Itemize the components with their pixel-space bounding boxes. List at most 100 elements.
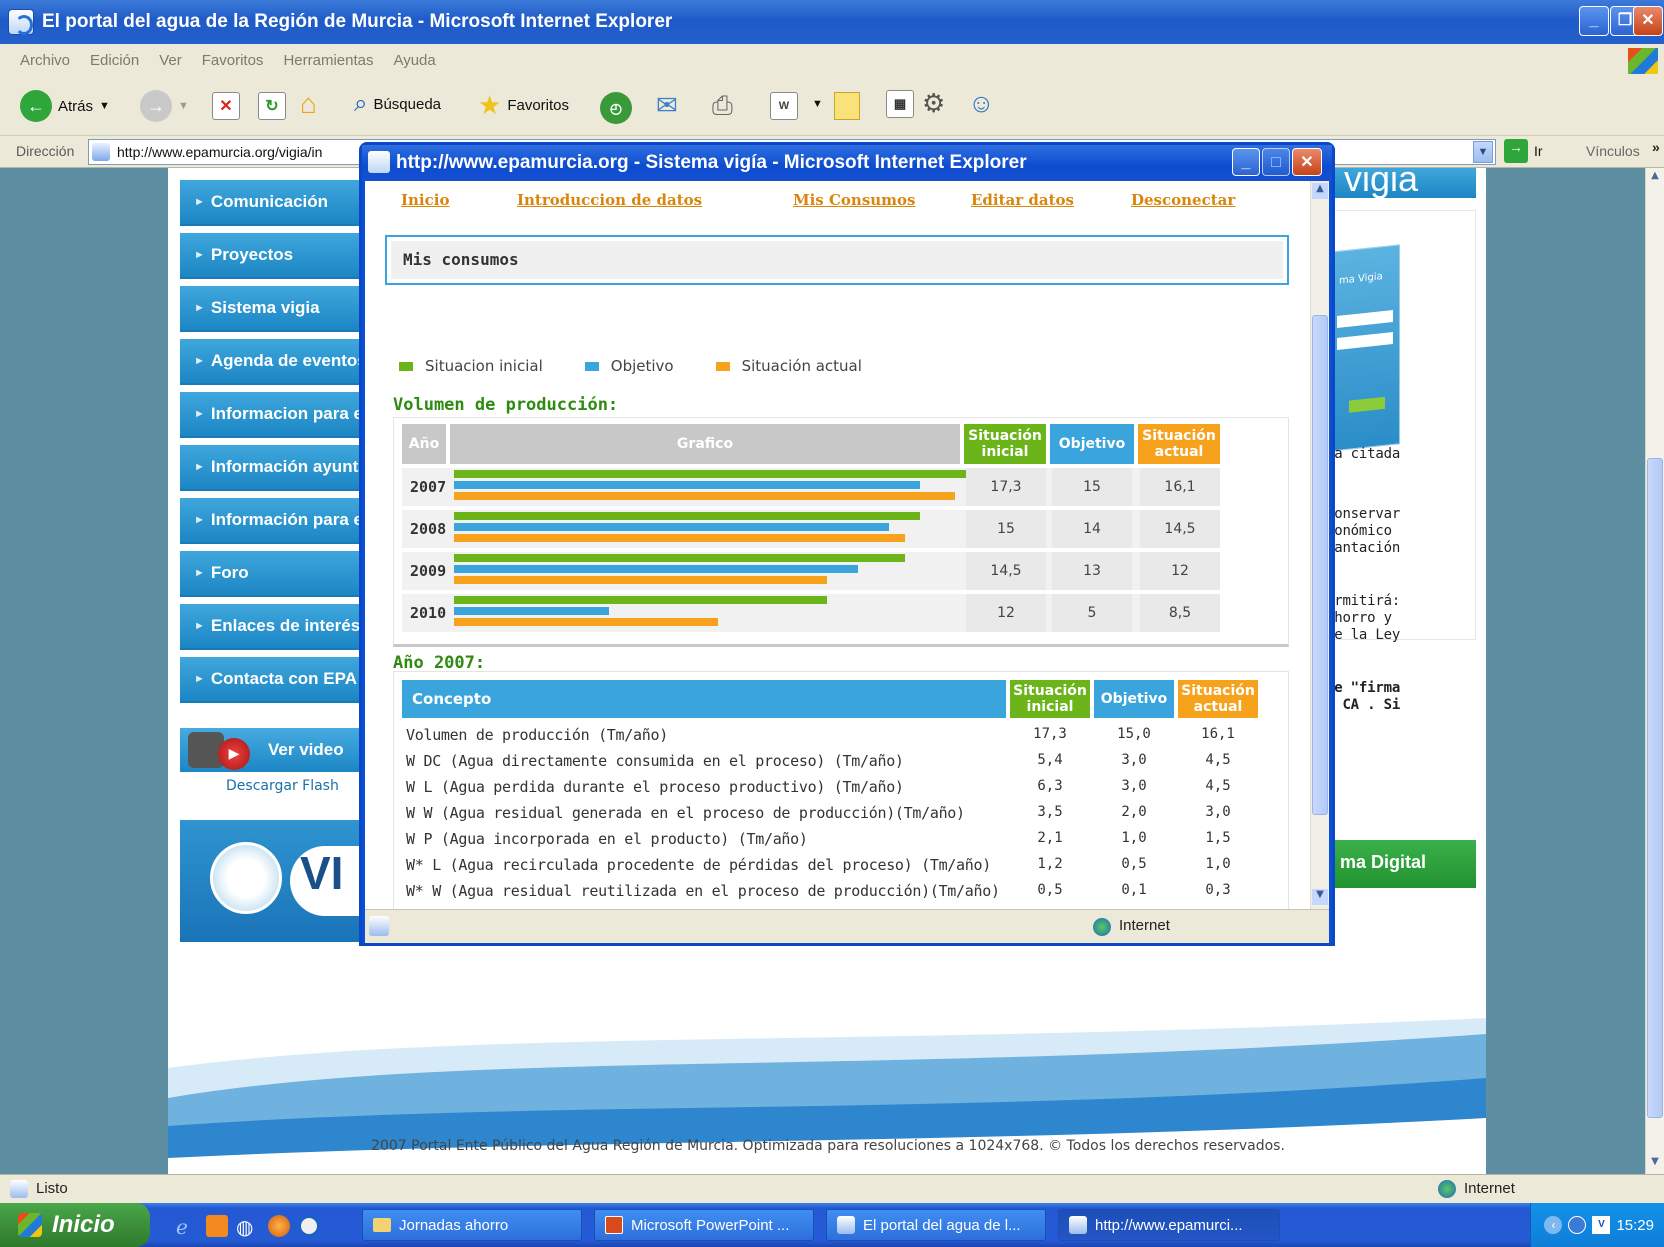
chevron-down-icon: ▼ xyxy=(99,100,110,112)
video-button[interactable]: ▶ Ver video xyxy=(180,728,360,772)
popup-close-button[interactable]: ✕ xyxy=(1292,148,1322,176)
note-icon[interactable] xyxy=(834,92,860,120)
concept-value-target: 0,5 xyxy=(1121,856,1147,872)
menu-herramientas[interactable]: Herramientas xyxy=(283,52,373,69)
print-icon[interactable]: ⎙ xyxy=(712,90,733,122)
nav-sistema-vigia[interactable]: ► Sistema vigia xyxy=(180,286,360,332)
bar-target xyxy=(454,607,609,615)
scroll-thumb[interactable] xyxy=(1647,458,1663,1118)
task-jornadas[interactable]: Jornadas ahorro xyxy=(362,1209,582,1241)
calculator-icon[interactable]: ▦ xyxy=(886,90,914,118)
address-dropdown-icon[interactable]: ▼ xyxy=(1473,141,1493,163)
value-target: 5 xyxy=(1052,594,1132,632)
concept-table: Concepto Situación inicial Objetivo Situa… xyxy=(393,671,1289,909)
nav-desconectar-link[interactable]: Desconectar xyxy=(1131,191,1235,209)
popup-window: http://www.epamurcia.org - Sistema vigía… xyxy=(359,142,1335,946)
nav-informacion-ayuntamientos[interactable]: ► Información ayunta xyxy=(180,445,360,491)
history-icon[interactable]: ◴ xyxy=(600,92,632,124)
task-epamurcia[interactable]: http://www.epamurci... xyxy=(1058,1209,1280,1241)
download-flash-link[interactable]: Descargar Flash xyxy=(226,778,339,794)
home-icon[interactable]: ⌂ xyxy=(300,88,317,120)
header-target: Objetivo xyxy=(1050,424,1134,464)
concept-value-initial: 5,4 xyxy=(1037,752,1063,768)
task-powerpoint[interactable]: Microsoft PowerPoint ... xyxy=(594,1209,814,1241)
nav-mis-consumos-link[interactable]: Mis Consumos xyxy=(793,191,916,209)
more-icon[interactable]: » xyxy=(1652,139,1660,155)
firma-digital-banner[interactable]: ma Digital xyxy=(1326,840,1476,888)
toolbar: ← Atrás ▼ → ▼ ✕ ↻ ⌂ ⌕ Búsqueda ★ Favorito… xyxy=(0,76,1664,136)
search-button[interactable]: ⌕ Búsqueda xyxy=(354,90,441,118)
quicklaunch-firefox-icon[interactable] xyxy=(268,1215,290,1237)
menu-ver[interactable]: Ver xyxy=(159,52,182,69)
messenger-icon[interactable]: ☺ xyxy=(968,88,995,119)
mockup-field xyxy=(1337,332,1393,350)
scroll-up-icon[interactable]: ▲ xyxy=(1312,183,1328,199)
go-button[interactable]: → Ir xyxy=(1504,139,1543,163)
nav-contacta[interactable]: ► Contacta con EPA xyxy=(180,657,360,703)
forward-arrow-icon: → xyxy=(140,90,172,122)
favorites-button[interactable]: ★ Favoritos xyxy=(478,90,569,121)
nav-enlaces[interactable]: ► Enlaces de interés xyxy=(180,604,360,650)
year-label: 2008 xyxy=(410,520,447,538)
task-portal-agua[interactable]: El portal del agua de l... xyxy=(826,1209,1046,1241)
minimize-button[interactable]: _ xyxy=(1579,6,1609,36)
concept-value-initial: 6,3 xyxy=(1037,778,1063,794)
tray-app-icon[interactable]: V xyxy=(1592,1216,1611,1234)
nav-agenda[interactable]: ► Agenda de eventos xyxy=(180,339,360,385)
vigia-logo-banner[interactable]: VI xyxy=(180,820,370,942)
nav-comunicacion[interactable]: ► Comunicación xyxy=(180,180,360,226)
popup-scrollbar[interactable]: ▲ ▼ xyxy=(1310,181,1329,909)
clock: 15:29 xyxy=(1616,1216,1654,1234)
bar-target xyxy=(454,523,889,531)
nav-proyectos[interactable]: ► Proyectos xyxy=(180,233,360,279)
nav-informacion-2[interactable]: ► Información para e xyxy=(180,498,360,544)
page-icon xyxy=(369,916,389,936)
scroll-down-icon[interactable]: ▼ xyxy=(1312,889,1328,905)
nav-introduccion-link[interactable]: Introduccion de datos xyxy=(517,191,702,209)
quicklaunch-player-icon[interactable] xyxy=(298,1215,320,1237)
refresh-icon[interactable]: ↻ xyxy=(258,92,286,120)
menu-edicion[interactable]: Edición xyxy=(90,52,139,69)
mail-icon[interactable]: ✉ xyxy=(656,90,678,121)
nav-foro[interactable]: ► Foro xyxy=(180,551,360,597)
star-icon: ★ xyxy=(478,90,502,120)
bullet-icon: ► xyxy=(194,567,205,579)
edit-icon[interactable]: W xyxy=(770,92,798,120)
popup-title: http://www.epamurcia.org - Sistema vigía… xyxy=(396,152,1027,173)
tools-icon[interactable]: ⚙ xyxy=(922,88,945,119)
back-button[interactable]: ← Atrás ▼ xyxy=(20,90,110,122)
start-button[interactable]: Inicio xyxy=(0,1203,150,1247)
scroll-down-icon[interactable]: ▼ xyxy=(1647,1156,1663,1172)
popup-scroll-thumb[interactable] xyxy=(1312,315,1328,815)
value-initial: 15 xyxy=(966,510,1046,548)
popup-minimize-button[interactable]: _ xyxy=(1232,148,1260,176)
nav-inicio-link[interactable]: Inicio xyxy=(401,191,449,209)
stop-icon[interactable]: ✕ xyxy=(212,92,240,120)
menu-archivo[interactable]: Archivo xyxy=(20,52,70,69)
concept-value-target: 15,0 xyxy=(1117,726,1151,742)
tray-network-icon[interactable] xyxy=(1568,1216,1587,1234)
close-button[interactable]: ✕ xyxy=(1633,6,1663,36)
nav-informacion-1[interactable]: ► Informacion para e xyxy=(180,392,360,438)
menu-favoritos[interactable]: Favoritos xyxy=(202,52,264,69)
page-scrollbar[interactable]: ▲ ▼ xyxy=(1645,168,1664,1174)
header-concept: Concepto xyxy=(402,680,1006,718)
menu-ayuda[interactable]: Ayuda xyxy=(393,52,435,69)
quicklaunch-outlook-icon[interactable] xyxy=(206,1215,228,1237)
page-icon xyxy=(92,143,110,161)
chevron-down-icon[interactable]: ▼ xyxy=(812,98,823,110)
links-label[interactable]: Vínculos xyxy=(1586,143,1640,159)
bullet-icon: ► xyxy=(194,196,205,208)
concept-value-target: 1,0 xyxy=(1121,830,1147,846)
bullet-icon: ► xyxy=(194,620,205,632)
nav-editar-link[interactable]: Editar datos xyxy=(971,191,1074,209)
bar-actual xyxy=(454,618,718,626)
popup-maximize-button[interactable]: □ xyxy=(1262,148,1290,176)
quicklaunch-ie-icon[interactable]: ℯ xyxy=(176,1215,188,1240)
bar-initial xyxy=(454,512,920,520)
quicklaunch-browser-icon[interactable]: ◍ xyxy=(236,1215,253,1240)
forward-button[interactable]: → ▼ xyxy=(140,90,189,122)
scroll-up-icon[interactable]: ▲ xyxy=(1647,170,1663,186)
footer-text: 2007 Portal Ente Público del Agua Región… xyxy=(371,1138,1285,1154)
tray-expand-icon[interactable]: ‹ xyxy=(1544,1216,1563,1234)
